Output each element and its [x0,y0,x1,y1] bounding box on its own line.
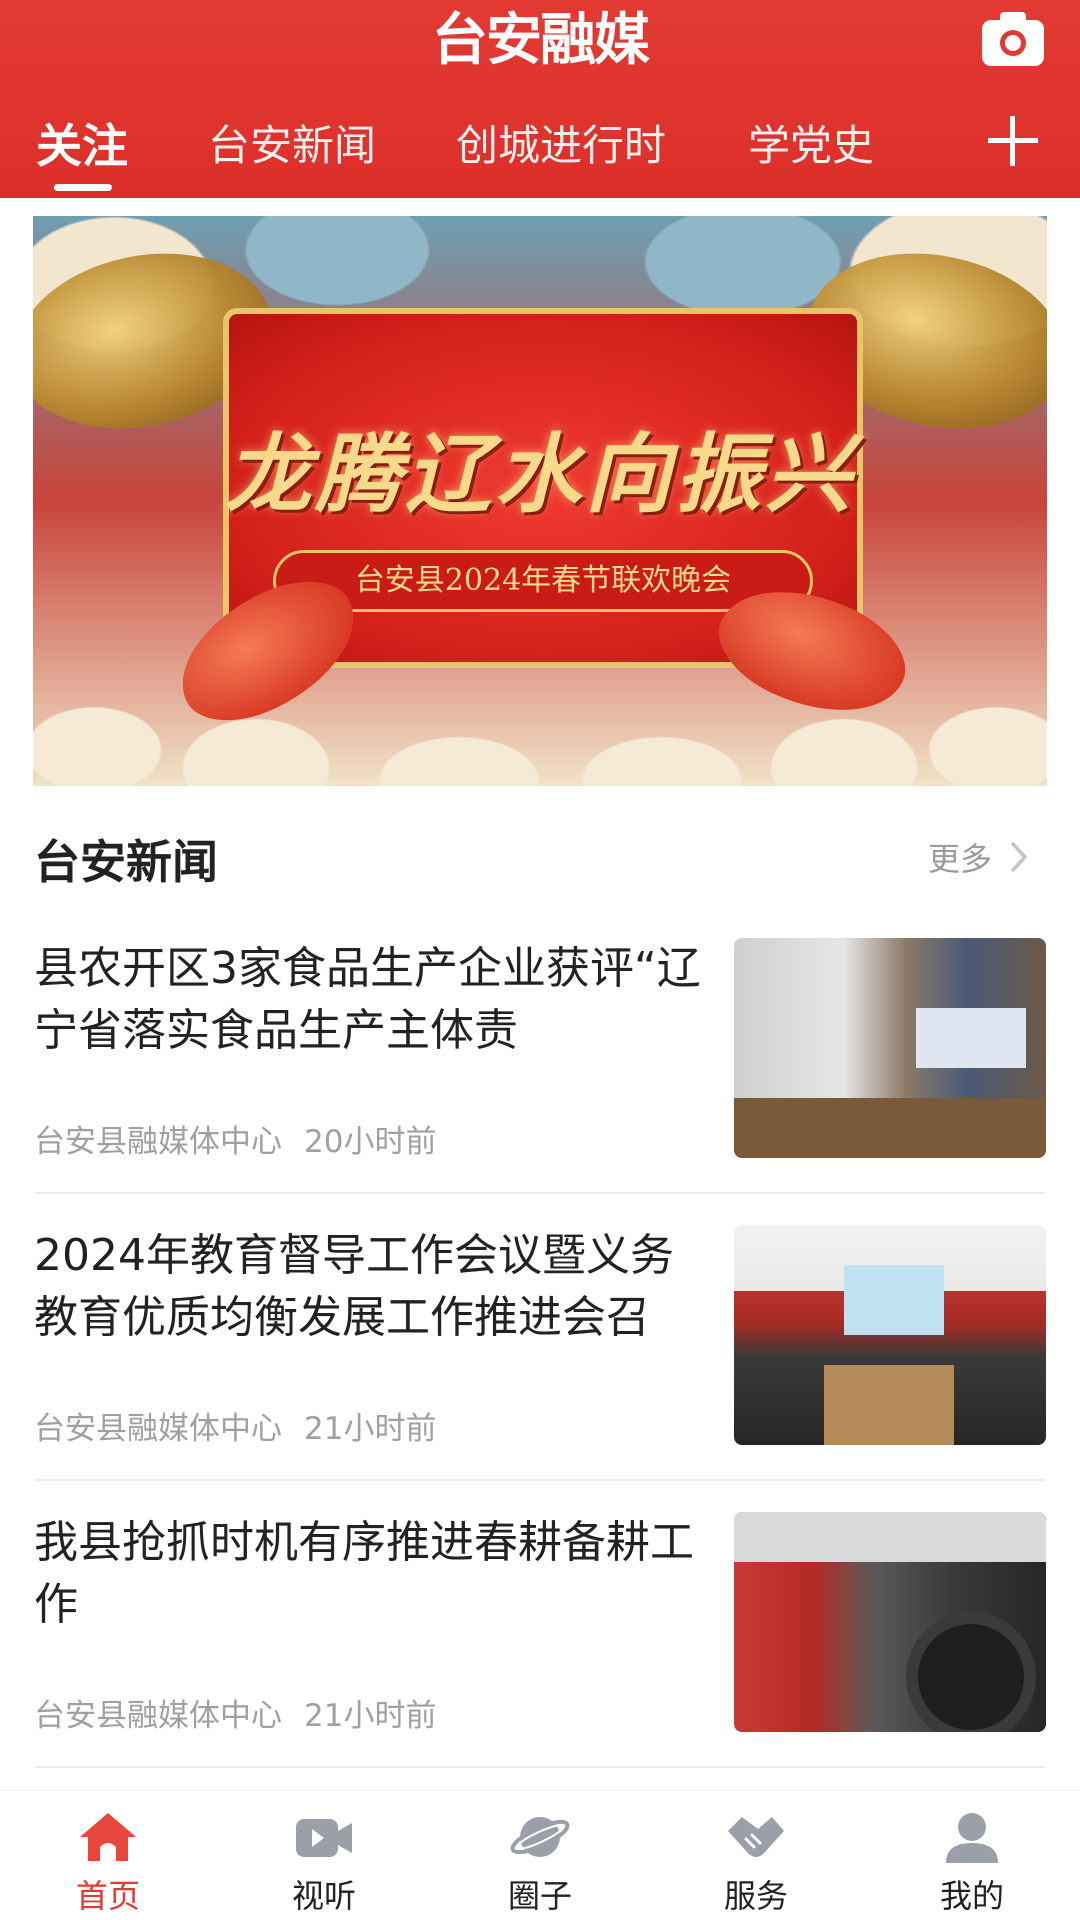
divider [34,1479,1046,1481]
camera-button[interactable] [980,10,1046,68]
banner-subtitle: 台安县2024年春节联欢晚会 [354,563,732,598]
news-meta: 台安县融媒体中心 20小时前 [34,1116,436,1161]
user-icon [946,1813,998,1863]
section-title: 台安新闻 [34,835,218,889]
tab-taian-news[interactable]: 台安新闻 [208,110,376,182]
nav-audio-video[interactable]: 视听 [244,1791,404,1920]
nav-label: 我的 [939,1877,1004,1915]
nav-label: 圈子 [507,1877,572,1915]
chevron-right-icon [1011,842,1027,872]
tab-follow[interactable]: 关注 [36,110,128,182]
banner-subtitle-ribbon: 台安县2024年春节联欢晚会 [273,550,813,612]
news-source: 台安县融媒体中心 [34,1698,282,1734]
nav-service[interactable]: 服务 [676,1791,836,1920]
app-title: 台安融媒 [432,8,650,73]
news-title: 我县抢抓时机有序推进春耕备耕工作 [34,1517,694,1630]
camera-icon [982,12,1044,66]
active-tab-indicator [54,184,112,191]
news-item[interactable]: 县农开区3家食品生产企业获评“辽宁省落实食品生产主体责 台安县融媒体中心 20小时… [34,938,1046,1226]
news-title: 县农开区3家食品生产企业获评“辽宁省落实食品生产主体责 [34,943,701,1056]
news-meta: 台安县融媒体中心 21小时前 [34,1690,436,1735]
nav-profile[interactable]: 我的 [892,1791,1052,1920]
news-time: 20小时前 [304,1124,437,1160]
nav-circle[interactable]: 圈子 [460,1791,620,1920]
news-item[interactable]: 2024年教育督导工作会议暨义务教育优质均衡发展工作推进会召 台安县融媒体中心 2… [34,1225,1046,1513]
more-link[interactable]: 更多 [928,832,1028,882]
hero-banner[interactable]: 龙腾辽水向振兴 台安县2024年春节联欢晚会 [33,216,1047,786]
tab-city-creation[interactable]: 创城进行时 [456,110,666,182]
top-header: 台安融媒 关注 台安新闻 创城进行时 学党史 [0,0,1080,198]
cloud-decoration [33,666,1047,786]
news-thumbnail [734,1512,1046,1732]
nav-home[interactable]: 首页 [28,1791,188,1920]
tab-party-history[interactable]: 学党史 [748,110,874,182]
news-item[interactable]: 我县抢抓时机有序推进春耕备耕工作 台安县融媒体中心 21小时前 [34,1512,1046,1800]
nav-label: 首页 [75,1877,140,1915]
news-time: 21小时前 [304,1411,437,1447]
more-label: 更多 [927,840,992,878]
news-source: 台安县融媒体中心 [34,1124,282,1160]
news-thumbnail [734,1225,1046,1445]
divider [34,1766,1046,1768]
add-channel-button[interactable] [986,114,1040,168]
plus-icon [988,116,1038,166]
banner-headline: 龙腾辽水向振兴 [225,424,855,525]
handshake-icon [728,1817,784,1857]
bottom-navigation: 首页 视听 圈子 服务 我的 [0,1790,1080,1920]
home-icon [80,1813,136,1861]
nav-label: 服务 [723,1877,788,1915]
divider [34,1192,1046,1194]
news-source: 台安县融媒体中心 [34,1411,282,1447]
planet-icon [510,1817,570,1857]
news-title: 2024年教育督导工作会议暨义务教育优质均衡发展工作推进会召 [34,1230,674,1343]
news-meta: 台安县融媒体中心 21小时前 [34,1403,436,1448]
video-icon [296,1819,352,1857]
news-thumbnail [734,938,1046,1158]
news-time: 21小时前 [304,1698,437,1734]
nav-label: 视听 [291,1877,356,1915]
channel-tabs: 关注 台安新闻 创城进行时 学党史 [0,110,1080,191]
